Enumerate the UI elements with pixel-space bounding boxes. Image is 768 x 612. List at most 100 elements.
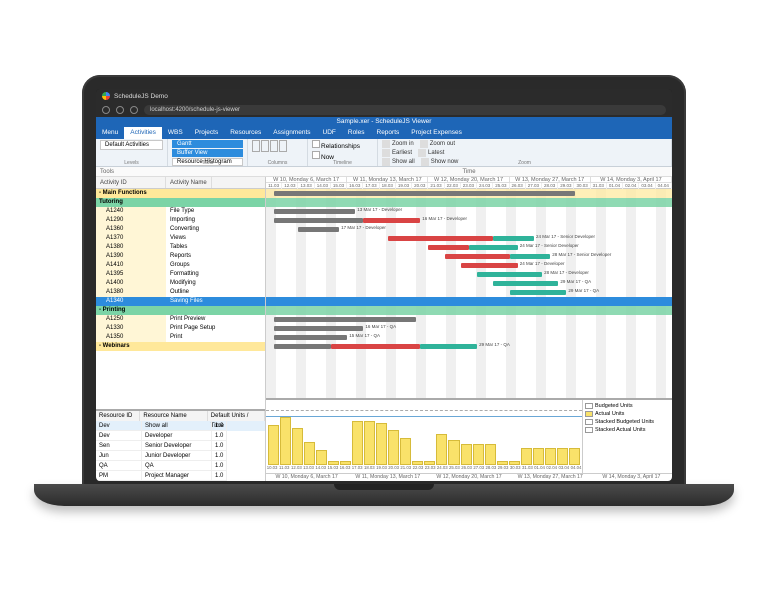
group-webinars[interactable]: - Webinars — [96, 342, 265, 351]
earliest-button[interactable]: Earliest — [382, 149, 412, 157]
activity-row[interactable]: A1410Groups — [96, 261, 265, 270]
zoom-in-button[interactable]: Zoom in — [382, 140, 414, 148]
menu-reports[interactable]: Reports — [371, 127, 406, 139]
gantt-bar[interactable] — [388, 236, 494, 241]
group-tutoring[interactable]: Tutoring — [96, 198, 265, 207]
back-icon[interactable] — [102, 106, 110, 114]
gantt-bar[interactable]: 13 Mar 17 - Developer — [274, 209, 355, 214]
activity-row[interactable]: A1290Importing — [96, 216, 265, 225]
laptop-frame: ScheduleJS Demo localhost:4200/schedule-… — [82, 75, 686, 487]
right-column: W 10, Monday 6, March 17W 11, Monday 13,… — [266, 177, 672, 481]
legend-swatch-icon — [585, 403, 593, 409]
url-field[interactable]: localhost:4200/schedule-js-viewer — [144, 105, 666, 115]
resource-row[interactable]: PMProject Manager1.0 — [96, 471, 265, 481]
axis-tick: 04.04 — [570, 465, 582, 473]
res-col-id[interactable]: Resource ID — [96, 411, 140, 421]
activity-row[interactable]: A1350Print — [96, 333, 265, 342]
gantt-bar-label: 28 Mar 17 - Senior Developer — [552, 252, 611, 257]
app-title: Sample.xer - ScheduleJS Viewer — [96, 117, 672, 127]
gantt-bar[interactable] — [274, 218, 363, 223]
histogram-chart[interactable]: 10.0311.0312.0313.0314.0315.0316.0317.03… — [266, 400, 582, 473]
latest-button[interactable]: Latest — [418, 149, 444, 157]
forward-icon[interactable] — [116, 106, 124, 114]
menu-wbs[interactable]: WBS — [162, 127, 189, 139]
resource-row[interactable]: JunJunior Developer1.0 — [96, 451, 265, 461]
buffer-view-button[interactable]: Buffer View — [172, 149, 243, 157]
gantt-bar[interactable]: 24 Mar 17 - Developer — [461, 263, 518, 268]
axis-tick: 17.03 — [351, 465, 363, 473]
legend-swatch-icon — [585, 411, 593, 417]
group-printing[interactable]: - Printing — [96, 306, 265, 315]
gantt-bar[interactable] — [331, 344, 420, 349]
activity-row[interactable]: A1380Outline — [96, 288, 265, 297]
gantt-bar[interactable]: 16 Mar 17 - Developer — [363, 218, 420, 223]
zoom-out-button[interactable]: Zoom out — [420, 140, 455, 148]
activity-row[interactable]: A1250Print Preview — [96, 315, 265, 324]
gantt-bar[interactable] — [274, 344, 331, 349]
gantt-bar[interactable]: 24 Mar 17 - Senior Developer — [493, 236, 534, 241]
week-cell: W 14, Monday 3, April 17 — [591, 177, 672, 182]
gantt-bar[interactable]: 28 Mar 17 - Developer — [477, 272, 542, 277]
menu-menu[interactable]: Menu — [96, 127, 124, 139]
histogram-bar — [533, 448, 544, 465]
resource-row[interactable]: QAQA1.0 — [96, 461, 265, 471]
menu-activities[interactable]: Activities — [124, 127, 162, 139]
activity-row[interactable]: A1390Reports — [96, 252, 265, 261]
activity-row[interactable]: A1370Views — [96, 234, 265, 243]
gantt-bar[interactable]: 28 Mar 17 - Senior Developer — [510, 254, 551, 259]
menu-udf[interactable]: UDF — [317, 127, 342, 139]
menu-resources[interactable]: Resources — [224, 127, 267, 139]
activity-row[interactable]: A1330Print Page Setup — [96, 324, 265, 333]
menu-assignments[interactable]: Assignments — [267, 127, 316, 139]
res-col-units[interactable]: Default Units / Time — [208, 411, 265, 421]
axis-tick: 31.03 — [521, 465, 533, 473]
gantt-bar[interactable] — [428, 245, 469, 250]
gantt-bar[interactable]: 16 Mar 17 - QA — [274, 326, 363, 331]
axis-tick: 30.03 — [509, 465, 521, 473]
activity-row[interactable]: A1395Formatting — [96, 270, 265, 279]
axis-tick: 15.03 — [327, 465, 339, 473]
activity-tree[interactable]: - Main FunctionsTutoringA1240File TypeA1… — [96, 189, 265, 409]
gantt-bar-label: 29 Mar 17 - QA — [568, 288, 599, 293]
activity-row[interactable]: A1360Converting — [96, 225, 265, 234]
resource-row-all[interactable]: Dev Show all 1.0 — [96, 421, 265, 431]
gantt-bar[interactable]: 29 Mar 17 - QA — [510, 290, 567, 295]
res-col-name[interactable]: Resource Name — [140, 411, 207, 421]
ribbon-columns-title: Columns — [248, 160, 307, 166]
default-activities-dropdown[interactable]: Default Activities — [100, 140, 163, 150]
col-activity-name[interactable]: Activity Name — [166, 177, 212, 188]
histogram-bar — [521, 448, 532, 465]
gantt-bar[interactable]: 24 Mar 17 - Senior Developer — [469, 245, 518, 250]
group-main-functions[interactable]: - Main Functions — [96, 189, 265, 198]
gantt-bar[interactable]: 29 Mar 17 - QA — [420, 344, 477, 349]
gantt-bar[interactable]: 15 Mar 17 - QA — [274, 335, 347, 340]
gantt-bar-label: 15 Mar 17 - QA — [349, 333, 380, 338]
menu-roles[interactable]: Roles — [342, 127, 371, 139]
axis-tick: 03.04 — [558, 465, 570, 473]
browser-tab-title[interactable]: ScheduleJS Demo — [114, 93, 168, 100]
reload-icon[interactable] — [130, 106, 138, 114]
gantt-bar[interactable] — [274, 317, 416, 322]
gantt-button[interactable]: Gantt — [172, 140, 243, 148]
gantt-bar-label: 17 Mar 17 - Developer — [341, 225, 386, 230]
gantt-bar[interactable]: 17 Mar 17 - Developer — [298, 227, 339, 232]
resource-row[interactable]: DevDeveloper1.0 — [96, 431, 265, 441]
budget-line — [266, 410, 582, 411]
gantt-chart[interactable]: 13 Mar 17 - Developer 16 Mar 17 - Develop… — [266, 189, 672, 398]
activity-row-selected[interactable]: A1340Saving Files — [96, 297, 265, 306]
gantt-bar[interactable] — [445, 254, 510, 259]
timeline-header[interactable]: W 10, Monday 6, March 17W 11, Monday 13,… — [266, 177, 672, 189]
menu-project-expenses[interactable]: Project Expenses — [405, 127, 468, 139]
columns-picker[interactable] — [252, 140, 303, 154]
activity-row[interactable]: A1240File Type — [96, 207, 265, 216]
gantt-bar[interactable] — [274, 191, 574, 196]
activity-row[interactable]: A1400Modifying — [96, 279, 265, 288]
bottom-timescale: W 10, Monday 6, March 17W 11, Monday 13,… — [266, 473, 672, 481]
resource-row[interactable]: SenSenior Developer1.0 — [96, 441, 265, 451]
gantt-bar[interactable]: 29 Mar 17 - QA — [493, 281, 558, 286]
gantt-lane: 29 Mar 17 - QA — [266, 288, 672, 297]
timeline-relationships[interactable]: Relationships — [312, 140, 373, 150]
col-activity-id[interactable]: Activity ID — [96, 177, 166, 188]
activity-row[interactable]: A1380Tables — [96, 243, 265, 252]
menu-projects[interactable]: Projects — [189, 127, 224, 139]
